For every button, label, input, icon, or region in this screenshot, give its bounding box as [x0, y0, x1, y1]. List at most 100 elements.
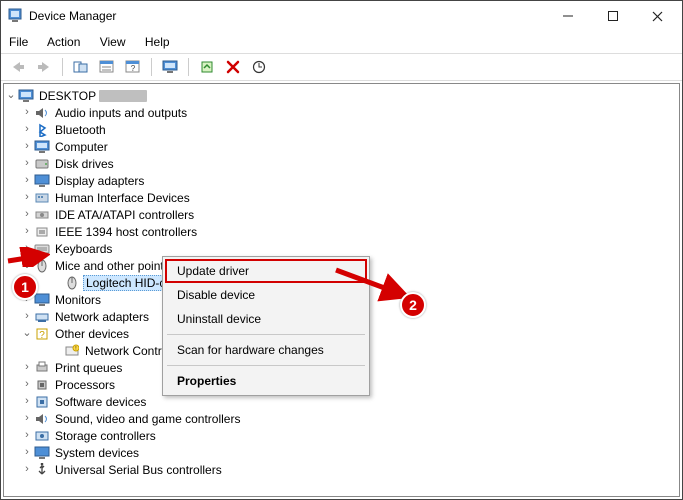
collapsed-icon[interactable]	[22, 447, 32, 458]
tree-label: Other devices	[53, 327, 131, 341]
network-icon	[34, 309, 50, 325]
tree-label: Disk drives	[53, 157, 116, 171]
window-buttons	[545, 2, 680, 30]
tree-item[interactable]: Disk drives	[4, 155, 679, 172]
tree-root[interactable]: DESKTOP	[4, 87, 679, 104]
ctx-disable-device[interactable]: Disable device	[165, 283, 367, 307]
bluetooth-icon	[34, 122, 50, 138]
collapsed-icon[interactable]	[22, 464, 32, 475]
ctx-scan-hardware[interactable]: Scan for hardware changes	[165, 338, 367, 362]
collapsed-icon[interactable]	[22, 209, 32, 220]
properties-button[interactable]	[96, 56, 118, 78]
tree-label: Print queues	[53, 361, 124, 375]
tree-item[interactable]: IEEE 1394 host controllers	[4, 223, 679, 240]
show-hide-console-button[interactable]	[70, 56, 92, 78]
tree-label: Computer	[53, 140, 110, 154]
tree-item[interactable]: Display adapters	[4, 172, 679, 189]
tree-label: Software devices	[53, 395, 148, 409]
tree-item[interactable]: Human Interface Devices	[4, 189, 679, 206]
forward-button[interactable]	[33, 56, 55, 78]
svg-text:?: ?	[131, 64, 136, 73]
tree-label: System devices	[53, 446, 141, 460]
menu-action[interactable]: Action	[47, 35, 80, 49]
ctx-uninstall-device[interactable]: Uninstall device	[165, 307, 367, 331]
tree-item[interactable]: Sound, video and game controllers	[4, 410, 679, 427]
collapsed-icon[interactable]	[22, 430, 32, 441]
ctx-update-driver[interactable]: Update driver	[165, 259, 367, 283]
ctx-properties[interactable]: Properties	[165, 369, 367, 393]
tree-label: Network adapters	[53, 310, 151, 324]
menubar: File Action View Help	[1, 31, 682, 53]
toolbar: ?	[1, 53, 682, 81]
context-menu: Update driver Disable device Uninstall d…	[162, 256, 370, 396]
window-title: Device Manager	[29, 9, 545, 23]
monitor-icon	[34, 292, 50, 308]
speaker-icon	[34, 105, 50, 121]
print-icon	[34, 360, 50, 376]
collapsed-icon[interactable]	[22, 158, 32, 169]
expand-icon[interactable]	[6, 90, 16, 101]
menu-file[interactable]: File	[9, 35, 28, 49]
expanded-icon[interactable]	[22, 260, 32, 271]
expanded-icon[interactable]	[22, 328, 32, 339]
tree-item[interactable]: Bluetooth	[4, 121, 679, 138]
collapsed-icon[interactable]	[22, 362, 32, 373]
collapsed-icon[interactable]	[22, 413, 32, 424]
system-icon	[34, 445, 50, 461]
cpu-icon	[34, 377, 50, 393]
close-button[interactable]	[635, 2, 680, 30]
collapsed-icon[interactable]	[22, 192, 32, 203]
collapsed-icon[interactable]	[22, 311, 32, 322]
storage-icon	[34, 428, 50, 444]
display-icon	[34, 173, 50, 189]
other-icon: ?	[34, 326, 50, 342]
collapsed-icon[interactable]	[22, 226, 32, 237]
tree-label: Storage controllers	[53, 429, 158, 443]
uninstall-button[interactable]	[222, 56, 244, 78]
tree-label: Monitors	[53, 293, 103, 307]
tree-item[interactable]: Storage controllers	[4, 427, 679, 444]
ctx-separator	[167, 365, 365, 366]
collapsed-icon[interactable]	[22, 124, 32, 135]
tree-item[interactable]: Computer	[4, 138, 679, 155]
sound-icon	[34, 411, 50, 427]
tree-label: DESKTOP	[37, 89, 98, 103]
tree-item[interactable]: Keyboards	[4, 240, 679, 257]
scan-hardware-button[interactable]	[248, 56, 270, 78]
tree-item[interactable]: System devices	[4, 444, 679, 461]
maximize-button[interactable]	[590, 2, 635, 30]
tree-item[interactable]: Audio inputs and outputs	[4, 104, 679, 121]
monitor-button[interactable]	[159, 56, 181, 78]
tree-label: Bluetooth	[53, 123, 108, 137]
collapsed-icon[interactable]	[22, 175, 32, 186]
tree-item[interactable]: IDE ATA/ATAPI controllers	[4, 206, 679, 223]
toolbar-sep	[62, 58, 63, 76]
collapsed-icon[interactable]	[22, 294, 32, 305]
menu-view[interactable]: View	[100, 35, 126, 49]
device-manager-window: Device Manager File Action View Help ? D…	[0, 0, 683, 500]
help-button[interactable]: ?	[122, 56, 144, 78]
toolbar-sep	[188, 58, 189, 76]
svg-text:?: ?	[39, 330, 45, 341]
collapsed-icon[interactable]	[22, 379, 32, 390]
svg-text:!: !	[75, 346, 76, 352]
back-button[interactable]	[7, 56, 29, 78]
tree-label: Network Contro	[83, 344, 170, 358]
update-driver-button[interactable]	[196, 56, 218, 78]
software-icon	[34, 394, 50, 410]
collapsed-icon[interactable]	[22, 396, 32, 407]
computer-icon	[18, 88, 34, 104]
menu-help[interactable]: Help	[145, 35, 170, 49]
collapsed-icon[interactable]	[22, 107, 32, 118]
ctx-separator	[167, 334, 365, 335]
titlebar: Device Manager	[1, 1, 682, 31]
other-dev-icon: !	[64, 343, 80, 359]
collapsed-icon[interactable]	[22, 243, 32, 254]
computer-icon	[34, 139, 50, 155]
minimize-button[interactable]	[545, 2, 590, 30]
tree-item[interactable]: Universal Serial Bus controllers	[4, 461, 679, 478]
tree-label: IDE ATA/ATAPI controllers	[53, 208, 196, 222]
tree-label: Display adapters	[53, 174, 146, 188]
collapsed-icon[interactable]	[22, 141, 32, 152]
mouse-icon	[34, 258, 50, 274]
